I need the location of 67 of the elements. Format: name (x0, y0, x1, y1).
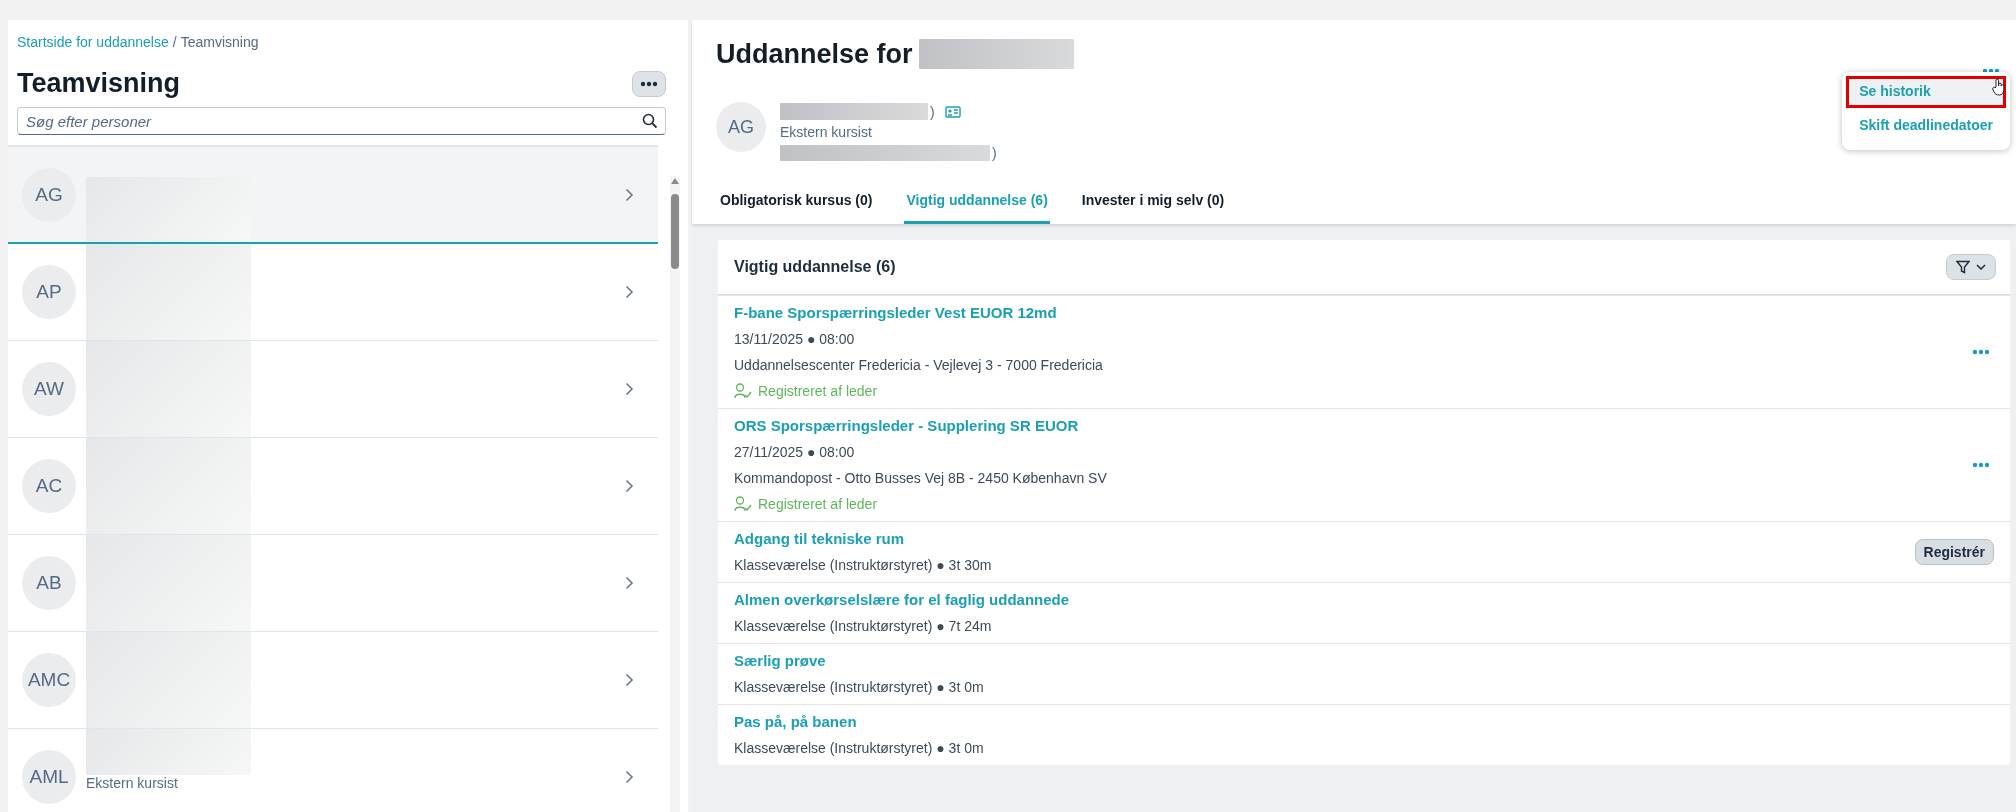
course-title-link[interactable]: F-bane Sporspærringsleder Vest EUOR 12md (734, 300, 1972, 326)
caret-icon (1976, 264, 1986, 270)
course-location: Kommandopost - Otto Busses Vej 8B - 2450 København SV (734, 469, 1108, 488)
avatar: AG (716, 102, 766, 152)
id-card-icon[interactable] (944, 105, 961, 118)
person-row[interactable]: AP (8, 244, 658, 341)
tab[interactable]: Obligatorisk kursus (0) (718, 182, 875, 224)
breadcrumb-separator: / (172, 34, 177, 50)
person-row[interactable]: AMC (8, 632, 658, 729)
chevron-right-icon (625, 187, 634, 202)
tab[interactable]: Vigtig uddannelse (6) (904, 182, 1050, 224)
person-check-icon (734, 383, 752, 399)
avatar: AB (22, 556, 76, 610)
course-title-link[interactable]: ORS Sporspærringsleder - Supplering SR EUOR (734, 413, 1972, 439)
person-role: Ekstern kursist (86, 775, 178, 791)
page-title: Teamvisning (17, 68, 181, 99)
avatar: AW (22, 362, 76, 416)
course-title-link[interactable]: Særlig prøve (734, 648, 1994, 674)
search-field[interactable]: Søg efter personer (17, 107, 666, 135)
person-row[interactable]: AC (8, 438, 658, 535)
course-info: Klasseværelse (Instruktørstyret) ● 7t 24m (734, 617, 993, 636)
filter-button[interactable] (1946, 254, 1996, 280)
person-check-icon (734, 496, 752, 512)
breadcrumb-link[interactable]: Startside for uddannelse (17, 34, 169, 50)
course-date: 13/11/2025 ● 08:00 (734, 330, 856, 349)
register-button[interactable]: Registrér (1914, 539, 1994, 565)
scroll-up-icon[interactable] (671, 178, 679, 184)
course-title-link[interactable]: Adgang til tekniske rum (734, 526, 1915, 552)
course-info: Klasseværelse (Instruktørstyret) ● 3t 30m (734, 556, 993, 575)
chevron-right-icon (625, 382, 634, 396)
chevron-right-icon (625, 285, 634, 299)
avatar: AML (22, 750, 76, 804)
email-suffix: ) (992, 144, 997, 161)
person-row[interactable]: AG (8, 147, 658, 244)
avatar: AMC (22, 653, 76, 707)
more-icon[interactable] (640, 80, 658, 87)
tab[interactable]: Invester i mig selv (0) (1079, 182, 1227, 224)
chevron-right-icon (625, 770, 634, 784)
avatar: AP (22, 265, 76, 319)
more-button[interactable] (632, 70, 666, 97)
section-title: Vigtig uddannelse (6) (734, 258, 896, 276)
menu-item[interactable]: Se historik (1846, 76, 2006, 108)
course-title-link[interactable]: Almen overkørselslære for el faglig uddannede (734, 587, 1994, 613)
chevron-right-icon (625, 576, 634, 590)
scrollbar[interactable] (670, 176, 680, 812)
course-date: 27/11/2025 ● 08:00 (734, 443, 856, 462)
registration-status: Registreret af leder (758, 495, 878, 514)
registration-status: Registreret af leder (758, 382, 878, 401)
filter-icon (1956, 260, 1970, 274)
avatar: AC (22, 459, 76, 513)
course-info: Klasseværelse (Instruktørstyret) ● 3t 0m (734, 739, 985, 758)
course-info: Klasseværelse (Instruktørstyret) ● 3t 0m (734, 678, 985, 697)
scrollbar-thumb[interactable] (671, 194, 679, 269)
breadcrumb-current: Teamvisning (180, 34, 259, 50)
course-location: Uddannelsescenter Fredericia - Vejlevej 3 - 7000 Fredericia (734, 356, 1104, 375)
person-row[interactable]: AW (8, 341, 658, 438)
search-icon (642, 113, 658, 129)
menu-item[interactable]: Skift deadlinedatoer (1846, 110, 2006, 142)
detail-title: Uddannelse for (716, 38, 913, 70)
person-row[interactable]: AB (8, 535, 658, 632)
chevron-right-icon (625, 479, 634, 493)
person-role: Ekstern kursist (780, 123, 873, 142)
hand-cursor-icon (1992, 78, 2006, 96)
course-title-link[interactable]: Pas på, på banen (734, 709, 1994, 735)
avatar: AG (22, 167, 76, 222)
name-suffix: ) (930, 103, 935, 120)
chevron-right-icon (625, 673, 634, 687)
